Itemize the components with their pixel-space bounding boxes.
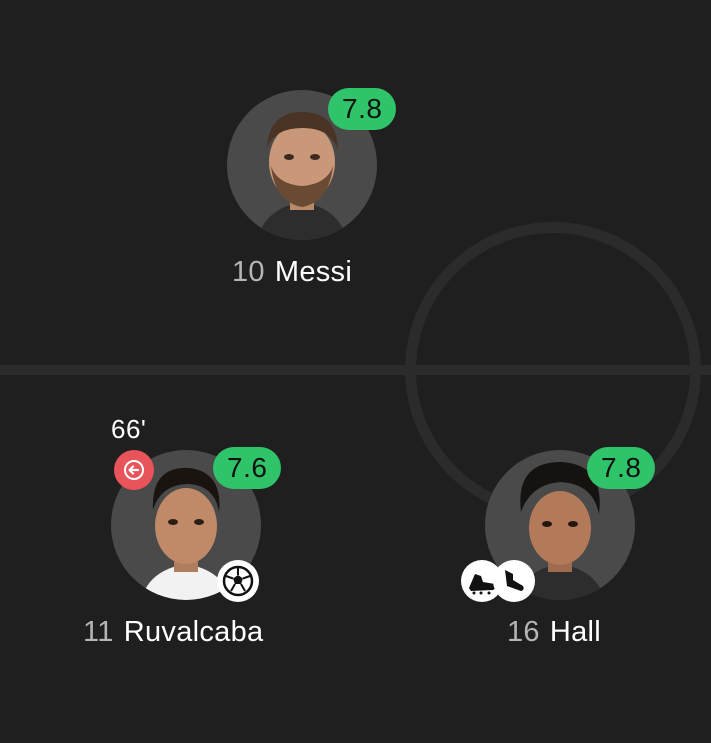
player-name: Messi: [274, 256, 353, 288]
player-name-row: 16 Hall: [507, 616, 601, 649]
player-name-row: 11 Ruvalcaba: [83, 616, 263, 649]
player-name-row: 10 Messi: [232, 256, 352, 289]
substitution-minute: 66': [111, 414, 147, 444]
assist-boots-icon-second: [493, 560, 535, 602]
rating-badge: 7.8: [328, 88, 397, 130]
jersey-number: 10: [232, 256, 265, 288]
player-name: Hall: [549, 616, 602, 648]
player-name: Ruvalcaba: [123, 616, 264, 648]
rating-badge: 7.8: [587, 447, 656, 489]
sub-out-arrow-icon: [114, 450, 154, 490]
jersey-number: 16: [507, 616, 540, 648]
jersey-number: 11: [83, 616, 114, 648]
halfway-line: [0, 365, 711, 375]
goal-ball-icon: [217, 560, 259, 602]
rating-badge: 7.6: [213, 447, 282, 489]
